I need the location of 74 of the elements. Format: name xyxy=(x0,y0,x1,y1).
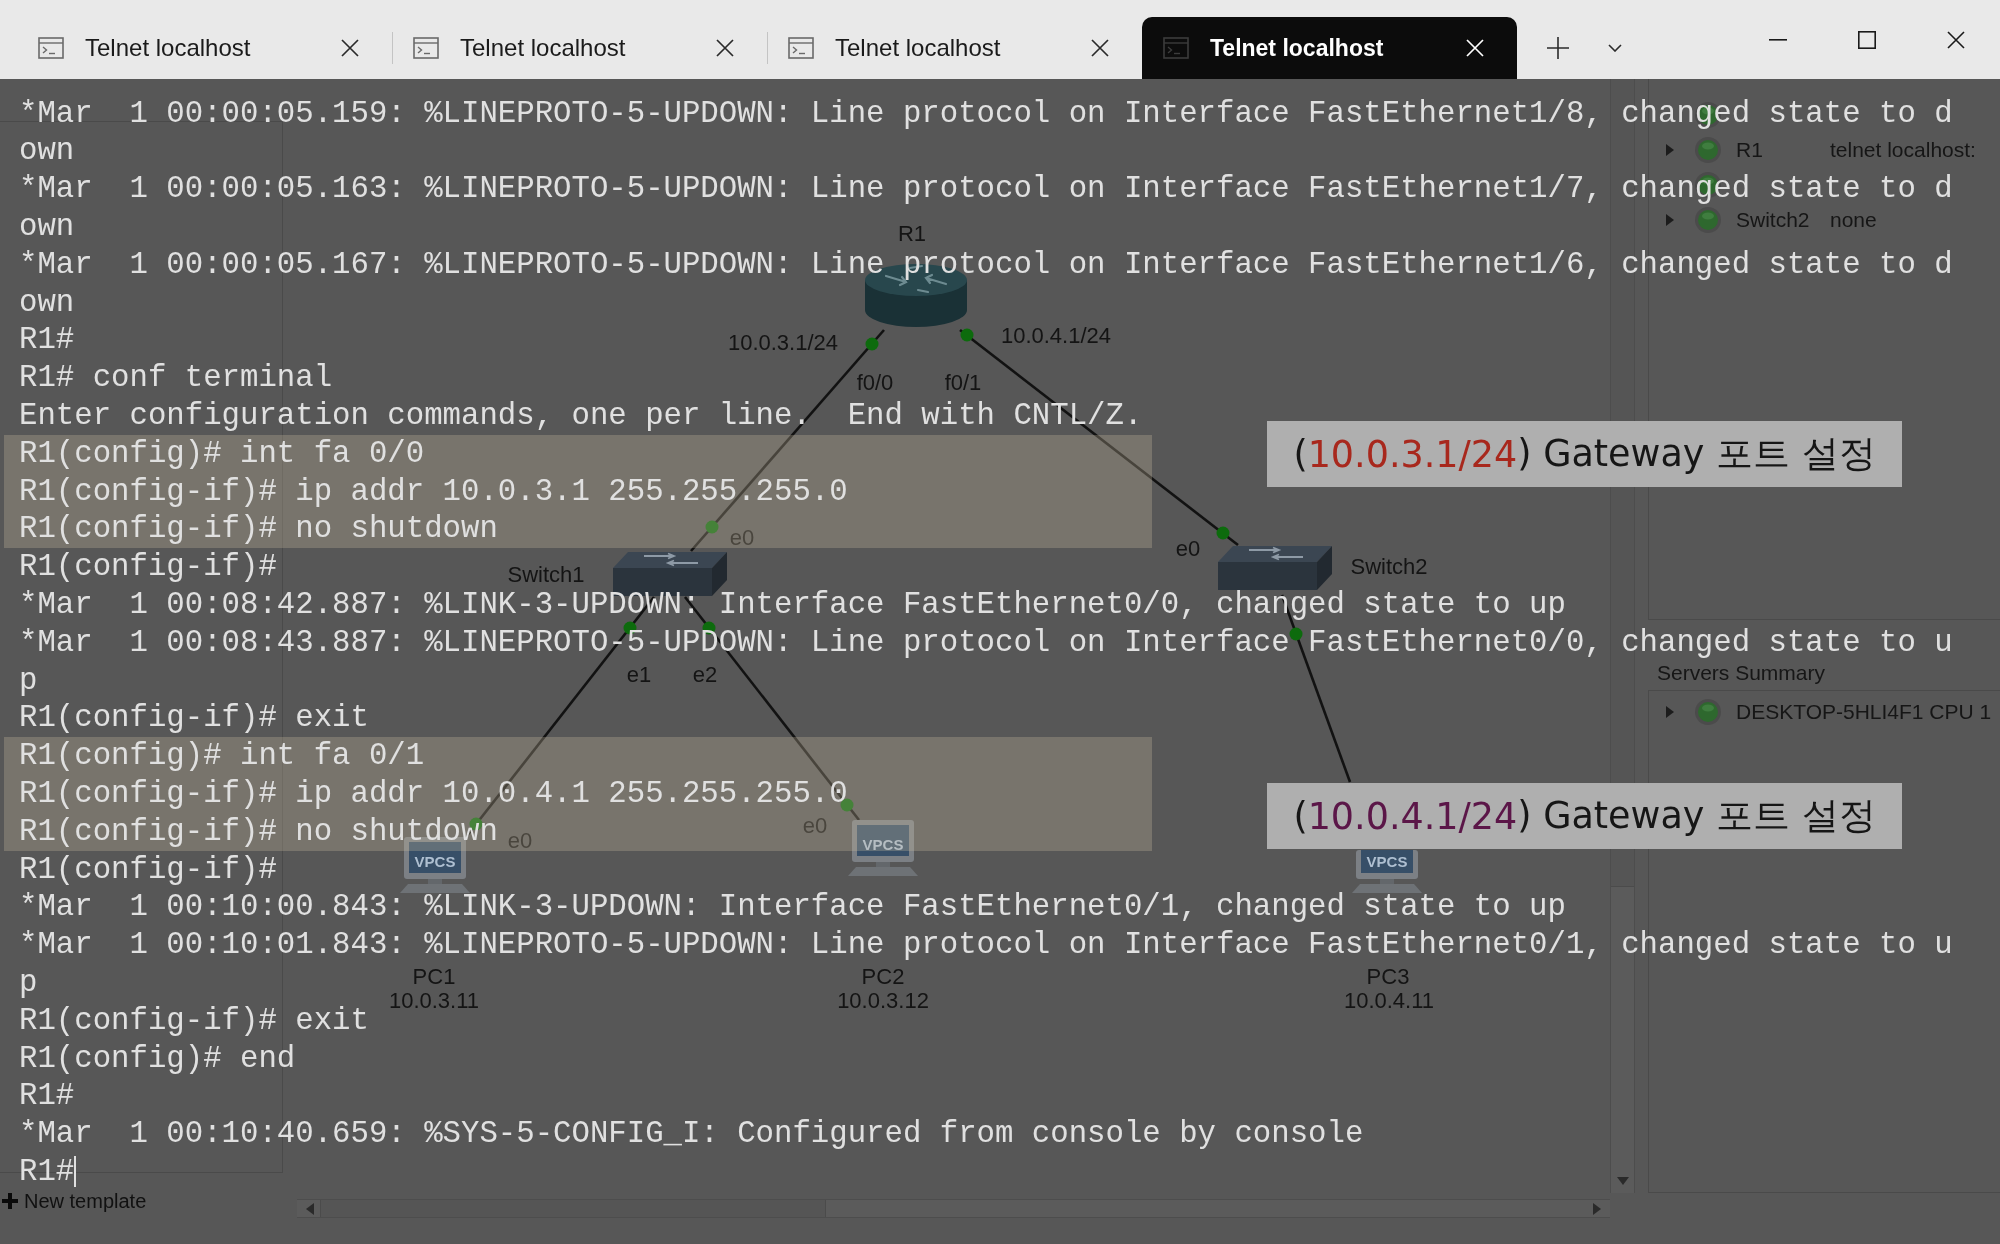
close-icon[interactable] xyxy=(1091,39,1109,57)
annotation-label: (10.0.4.1/24) Gateway 포트 설정 xyxy=(1267,783,1902,849)
terminal-line: *Mar 1 00:08:43.887: %LINEPROTO-5-UPDOWN: Line protocol on Interface FastEthernet0/0, changed state to u xyxy=(19,624,1953,660)
computer-icon[interactable] xyxy=(1352,850,1422,893)
port-label: e0 xyxy=(1175,535,1201,561)
terminal-line: R1(config-if)# xyxy=(19,549,277,585)
terminal-line: R1(config-if)# no shutdown xyxy=(19,813,498,849)
terminal-line: R1# xyxy=(19,322,75,358)
port-label: f0/0 xyxy=(856,369,894,395)
terminal-line: *Mar 1 00:10:01.843: %LINEPROTO-5-UPDOWN: Line protocol on Interface FastEthernet0/1, changed state to u xyxy=(19,927,1953,963)
screen-label: VPCS xyxy=(1366,852,1408,870)
maximize-icon[interactable] xyxy=(1857,30,1876,49)
tab[interactable]: Telnet localhost xyxy=(17,17,392,79)
terminal-line: R1(config-if)# ip addr 10.0.4.1 255.255.255.0 xyxy=(19,775,848,811)
port-label: e2 xyxy=(692,661,718,687)
terminal-line: *Mar 1 00:08:42.887: %LINK-3-UPDOWN: Interface FastEthernet0/0, changed state to up xyxy=(19,586,1566,622)
terminal-line: R1(config-if)# ip addr 10.0.3.1 255.255.255.0 xyxy=(19,473,848,509)
computer-icon[interactable] xyxy=(848,820,918,876)
plus-icon[interactable] xyxy=(1547,37,1569,59)
terminal-line: *Mar 1 00:10:00.843: %LINK-3-UPDOWN: Interface FastEthernet0/1, changed state to up xyxy=(19,889,1566,925)
terminal-line: own xyxy=(19,133,75,169)
screen-label: VPCS xyxy=(414,852,456,870)
node-label: PC3 xyxy=(1366,963,1410,989)
horizontal-scrollbar[interactable] xyxy=(297,1199,1610,1218)
panel-title: Servers Summary xyxy=(1657,661,1826,685)
tab[interactable]: Telnet localhost xyxy=(392,17,767,79)
node-label: PC2 xyxy=(861,963,905,989)
switch-icon[interactable] xyxy=(1218,546,1332,590)
address-label: 10.0.4.11 xyxy=(1343,987,1435,1013)
address-label: 10.0.3.12 xyxy=(837,987,929,1013)
close-icon[interactable] xyxy=(341,39,359,57)
terminal-line: R1# xyxy=(19,1078,75,1114)
terminal-line: R1(config)# end xyxy=(19,1040,296,1076)
address-label: 10.0.3.11 xyxy=(388,987,480,1013)
terminal-icon xyxy=(1163,37,1189,59)
screen-label: VPCS xyxy=(862,835,904,853)
port-label: e1 xyxy=(626,661,652,687)
terminal-line: own xyxy=(19,209,75,244)
address-label: 10.0.3.1/24 xyxy=(727,329,839,355)
terminal-line: R1(config-if)# exit xyxy=(19,700,369,736)
annotation-label: (10.0.3.1/24) Gateway 포트 설정 xyxy=(1267,421,1902,487)
terminal-icon xyxy=(413,37,439,59)
terminal-line: R1(config)# int fa 0/1 xyxy=(19,738,425,774)
tab[interactable]: Telnet localhost xyxy=(767,17,1142,79)
node-label: PC1 xyxy=(412,963,456,989)
tab[interactable]: Telnet localhost xyxy=(1142,17,1517,79)
terminal-line: R1# conf terminal xyxy=(19,360,333,396)
close-icon[interactable] xyxy=(716,39,734,57)
terminal-line: *Mar 1 00:10:40.659: %SYS-5-CONFIG_I: Configured from console by console xyxy=(19,1116,1364,1152)
terminal-line: R1(config)# int fa 0/0 xyxy=(19,435,425,471)
address-label: 10.0.4.1/24 xyxy=(1000,322,1112,348)
terminal-icon xyxy=(38,37,64,59)
minimize-icon[interactable] xyxy=(1768,38,1787,41)
terminal-line: R1(config-if)# exit xyxy=(19,1002,369,1038)
console-label: none xyxy=(1830,208,1877,232)
terminal-line: own xyxy=(19,284,75,320)
node-label: Switch1 xyxy=(507,561,585,587)
port-label: f0/1 xyxy=(944,369,982,395)
terminal-line: Enter configuration commands, one per line. End with CNTL/Z. xyxy=(19,397,1143,433)
terminal-icon xyxy=(788,37,814,59)
terminal-line: R1(config-if)# no shutdown xyxy=(19,511,498,547)
terminal-line: p xyxy=(19,662,38,698)
terminal-line: *Mar 1 00:00:05.167: %LINEPROTO-5-UPDOWN: Line protocol on Interface FastEthernet1/6, changed state to d xyxy=(19,246,1953,282)
node-label: Switch2 xyxy=(1350,553,1428,579)
node-label: R1 xyxy=(897,220,927,246)
chevron-down-icon[interactable] xyxy=(1608,44,1622,52)
terminal-line: R1(config-if)# xyxy=(19,851,277,887)
terminal-line: *Mar 1 00:00:05.159: %LINEPROTO-5-UPDOWN: Line protocol on Interface FastEthernet1/8, changed state to d xyxy=(19,95,1953,131)
terminal-line: p xyxy=(19,964,38,1000)
plus-icon xyxy=(2,1193,18,1209)
console-label: telnet localhost: xyxy=(1830,138,1976,162)
terminal-line: R1# xyxy=(19,1153,75,1189)
close-icon[interactable] xyxy=(1946,30,1965,49)
terminal-line: *Mar 1 00:00:05.163: %LINEPROTO-5-UPDOWN: Line protocol on Interface FastEthernet1/7, changed state to d xyxy=(19,171,1953,207)
